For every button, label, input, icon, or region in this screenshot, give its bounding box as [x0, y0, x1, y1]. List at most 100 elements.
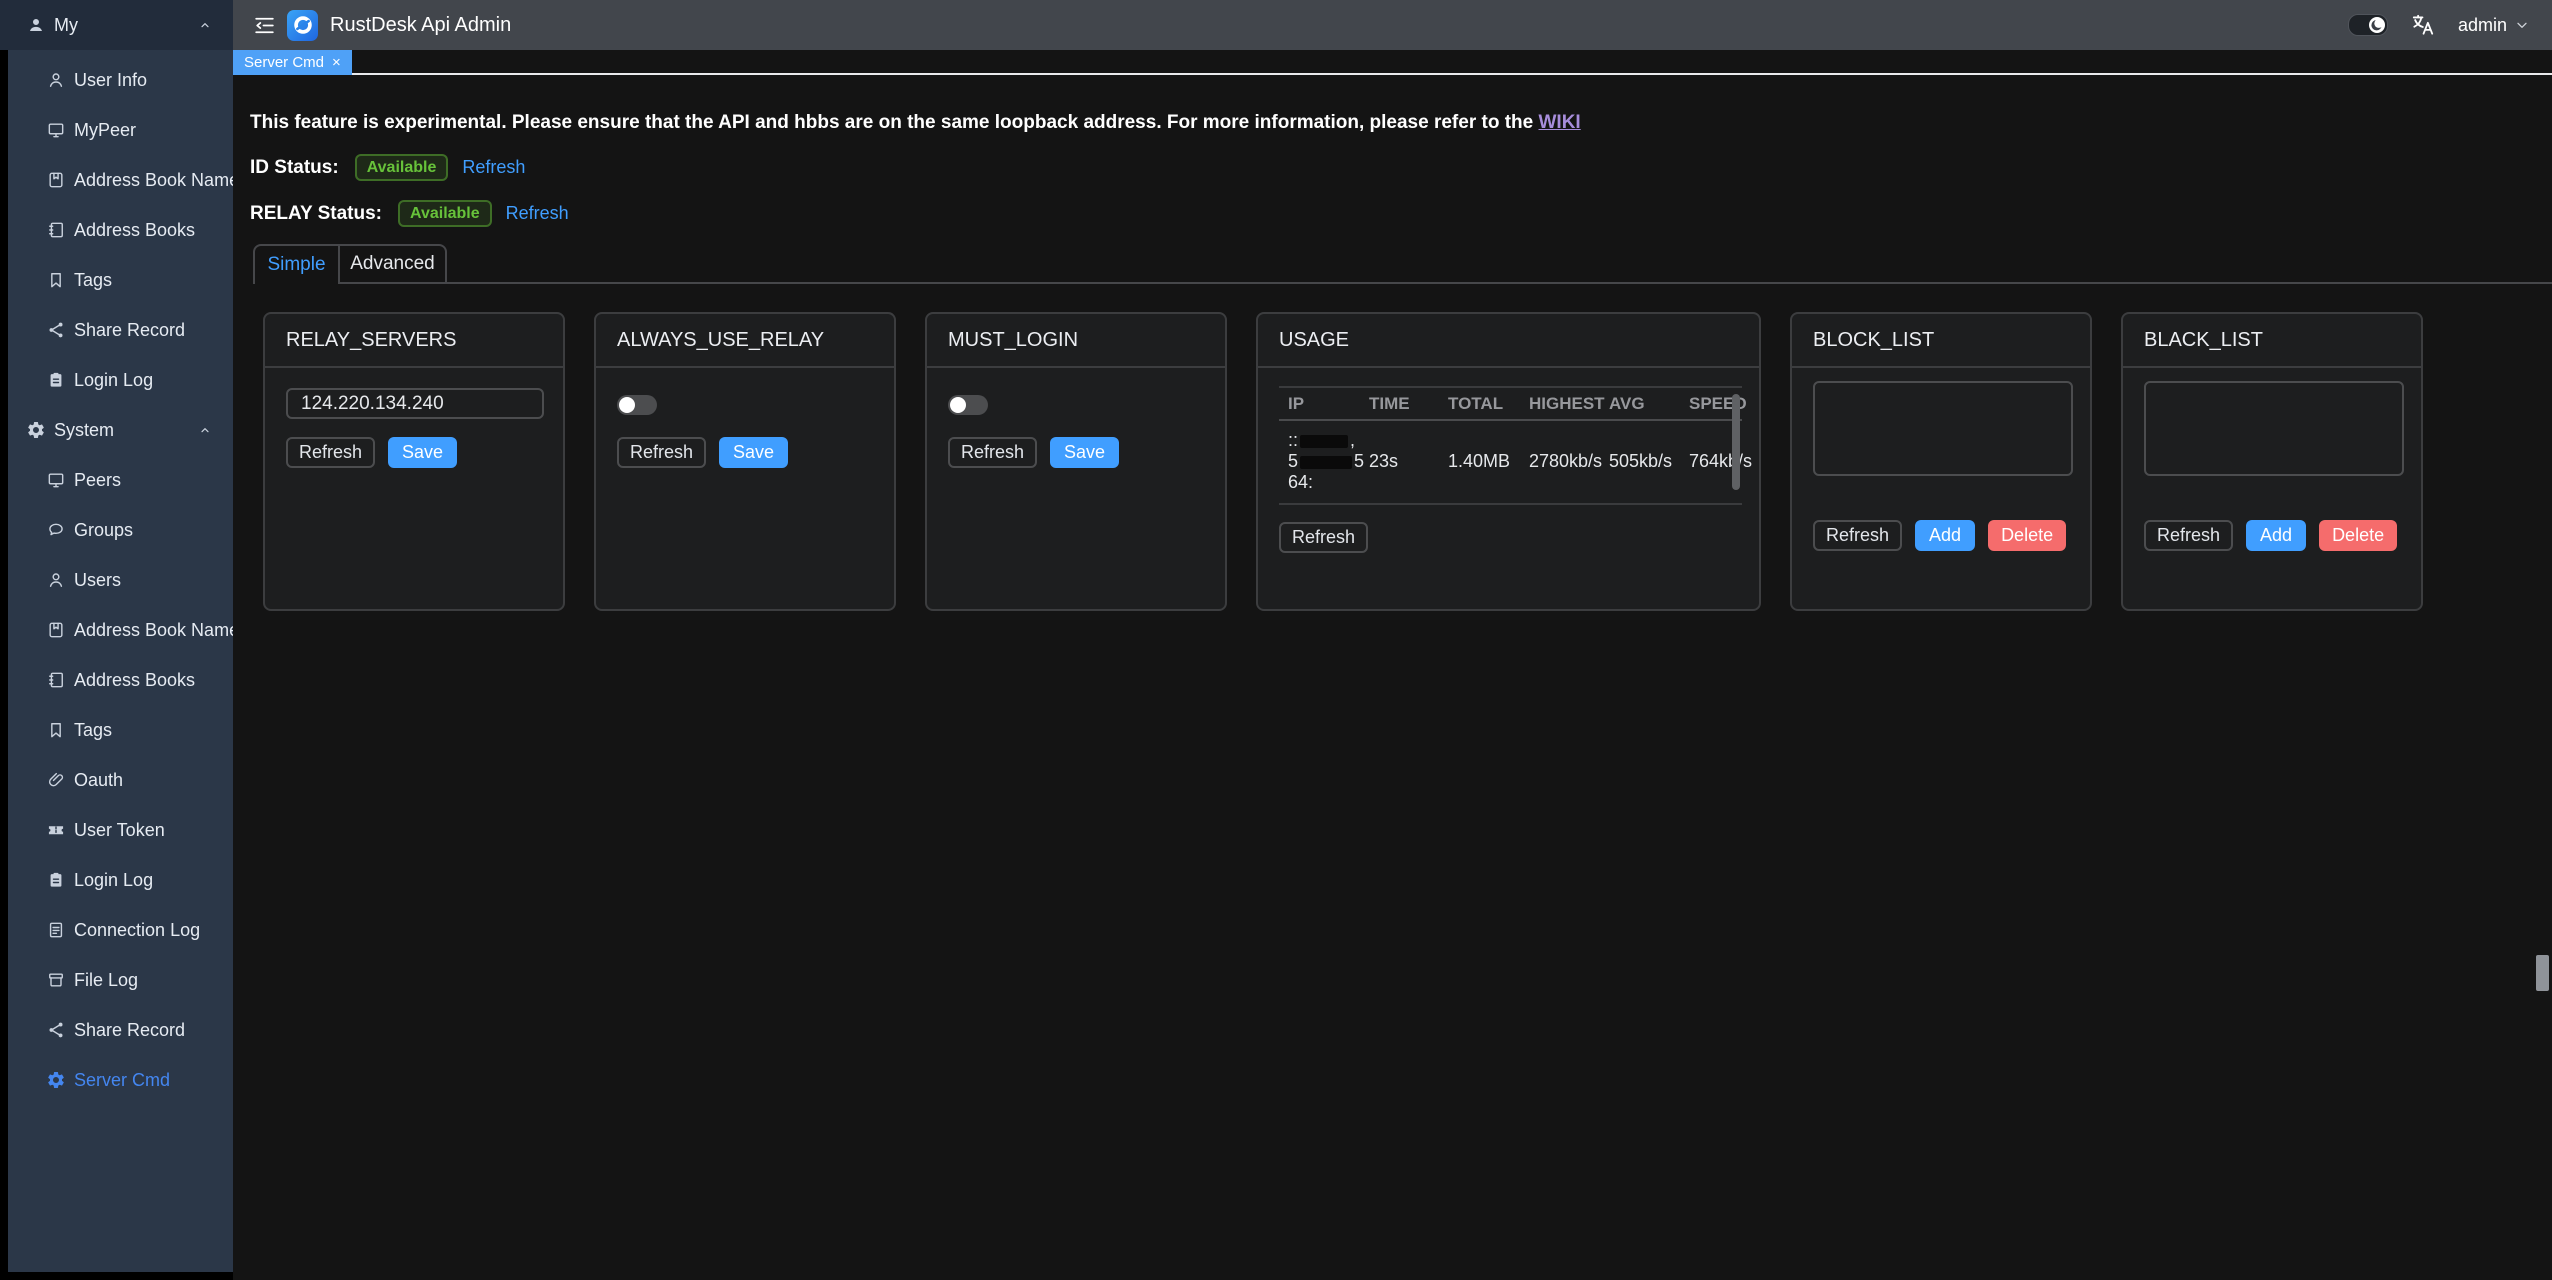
add-button[interactable]: Add	[2246, 520, 2306, 551]
clipboard-icon	[46, 870, 66, 890]
must-login-switch[interactable]	[948, 395, 988, 415]
wiki-link[interactable]: WIKI	[1539, 112, 1581, 133]
chevron-down-icon	[2514, 17, 2530, 33]
switch-knob	[950, 397, 966, 413]
sidebar-item-address-book-name[interactable]: Address Book Name	[8, 155, 233, 205]
sidebar-item-mypeer[interactable]: MyPeer	[8, 105, 233, 155]
delete-button[interactable]: Delete	[2319, 520, 2397, 551]
sidebar-item-oauth[interactable]: Oauth	[8, 755, 233, 805]
card-always-use-relay: ALWAYS_USE_RELAY Refresh Save	[594, 312, 896, 611]
save-button[interactable]: Save	[388, 437, 457, 468]
redaction-box	[1300, 456, 1352, 469]
ticket-icon	[46, 820, 66, 840]
menu-fold-icon[interactable]	[252, 13, 277, 38]
sidebar-item-label: Login Log	[74, 870, 153, 891]
ip-text: 5	[1288, 451, 1298, 471]
delete-button[interactable]: Delete	[1988, 520, 2066, 551]
col-time: TIME	[1360, 394, 1439, 414]
main-content: This feature is experimental. Please ens…	[233, 75, 2552, 1280]
tabs-baseline	[447, 282, 2552, 284]
relay-servers-input[interactable]	[286, 388, 544, 419]
table-scrollbar-thumb[interactable]	[1732, 394, 1740, 490]
sidebar-item-login-log-2[interactable]: Login Log	[8, 855, 233, 905]
sidebar-item-address-book-names[interactable]: Address Book Names	[8, 605, 233, 655]
translate-icon[interactable]	[2410, 12, 2436, 38]
save-button[interactable]: Save	[719, 437, 788, 468]
sidebar-item-label: Login Log	[74, 370, 153, 391]
tab-advanced[interactable]: Advanced	[340, 244, 447, 284]
monitor-icon	[46, 470, 66, 490]
sidebar-item-server-cmd[interactable]: Server Cmd	[8, 1055, 233, 1105]
ip-text: ,	[1350, 430, 1355, 450]
chevron-up-icon	[197, 17, 213, 33]
id-status-refresh-link[interactable]: Refresh	[462, 157, 525, 178]
page-scrollbar-thumb[interactable]	[2536, 955, 2549, 991]
tab-simple[interactable]: Simple	[253, 244, 340, 284]
chat-bubble-icon	[46, 520, 66, 540]
card-relay-servers: RELAY_SERVERS Refresh Save	[263, 312, 565, 611]
sidebar-item-share-record[interactable]: Share Record	[8, 305, 233, 355]
header-actions: admin	[2348, 12, 2530, 38]
refresh-button[interactable]: Refresh	[948, 437, 1037, 468]
close-icon[interactable]: ×	[332, 55, 341, 70]
sidebar-section-my[interactable]: My	[0, 0, 233, 50]
relay-status-refresh-link[interactable]: Refresh	[506, 203, 569, 224]
rustdesk-logo	[287, 10, 318, 41]
sidebar-item-file-log[interactable]: File Log	[8, 955, 233, 1005]
sidebar-item-label: Tags	[74, 270, 112, 291]
sidebar-item-tags[interactable]: Tags	[8, 255, 233, 305]
sidebar-item-user-token[interactable]: User Token	[8, 805, 233, 855]
black-list-textarea[interactable]	[2144, 381, 2404, 476]
sidebar-item-label: Address Book Name	[74, 170, 233, 191]
ip-cell: ::, 55 64:	[1279, 430, 1360, 493]
dark-mode-toggle[interactable]	[2348, 14, 2388, 36]
card-title: BLOCK_LIST	[1792, 314, 2090, 368]
sidebar-section-system[interactable]: System	[8, 405, 233, 455]
book-icon	[46, 620, 66, 640]
refresh-button[interactable]: Refresh	[617, 437, 706, 468]
card-title: BLACK_LIST	[2123, 314, 2421, 368]
add-button[interactable]: Add	[1915, 520, 1975, 551]
tab-label: Server Cmd	[244, 54, 324, 71]
refresh-button[interactable]: Refresh	[2144, 520, 2233, 551]
refresh-button[interactable]: Refresh	[286, 437, 375, 468]
avg-cell: 505kb/s	[1600, 451, 1680, 472]
experimental-notice: This feature is experimental. Please ens…	[250, 112, 2552, 134]
refresh-button[interactable]: Refresh	[1279, 522, 1368, 553]
username: admin	[2458, 15, 2507, 36]
sidebar-item-user-info[interactable]: User Info	[8, 55, 233, 105]
bookmark-icon	[46, 270, 66, 290]
tab-server-cmd[interactable]: Server Cmd ×	[233, 50, 352, 75]
sidebar-item-address-books[interactable]: Address Books	[8, 205, 233, 255]
sidebar-item-label: Connection Log	[74, 920, 200, 941]
sidebar-item-label: Tags	[74, 720, 112, 741]
app-title: RustDesk Api Admin	[330, 14, 511, 37]
usage-table: IP TIME TOTAL HIGHEST AVG SPEED ::, 55 6…	[1279, 386, 1742, 505]
notice-text: This feature is experimental. Please ens…	[250, 112, 1539, 133]
paperclip-icon	[46, 770, 66, 790]
always-use-relay-switch[interactable]	[617, 395, 657, 415]
sidebar-item-label: MyPeer	[74, 120, 136, 141]
sidebar-item-connection-log[interactable]: Connection Log	[8, 905, 233, 955]
user-icon	[46, 70, 66, 90]
sidebar-item-label: Address Book Names	[74, 620, 233, 641]
sidebar-item-address-books-2[interactable]: Address Books	[8, 655, 233, 705]
id-status-label: ID Status:	[250, 157, 339, 179]
relay-status-badge: Available	[398, 200, 492, 227]
save-button[interactable]: Save	[1050, 437, 1119, 468]
total-cell: 1.40MB	[1439, 451, 1520, 472]
sidebar-item-tags-2[interactable]: Tags	[8, 705, 233, 755]
sidebar-item-groups[interactable]: Groups	[8, 505, 233, 555]
sidebar-item-share-record-2[interactable]: Share Record	[8, 1005, 233, 1055]
id-status-badge: Available	[355, 154, 449, 181]
sidebar-item-login-log[interactable]: Login Log	[8, 355, 233, 405]
refresh-button[interactable]: Refresh	[1813, 520, 1902, 551]
ip-text: 64:	[1288, 472, 1313, 492]
relay-status-row: RELAY Status: Available Refresh	[250, 200, 2552, 227]
sidebar-item-users[interactable]: Users	[8, 555, 233, 605]
block-list-textarea[interactable]	[1813, 381, 2073, 476]
user-menu[interactable]: admin	[2458, 15, 2530, 36]
sidebar-item-label: Share Record	[74, 1020, 185, 1041]
col-ip: IP	[1279, 394, 1360, 414]
sidebar-item-peers[interactable]: Peers	[8, 455, 233, 505]
